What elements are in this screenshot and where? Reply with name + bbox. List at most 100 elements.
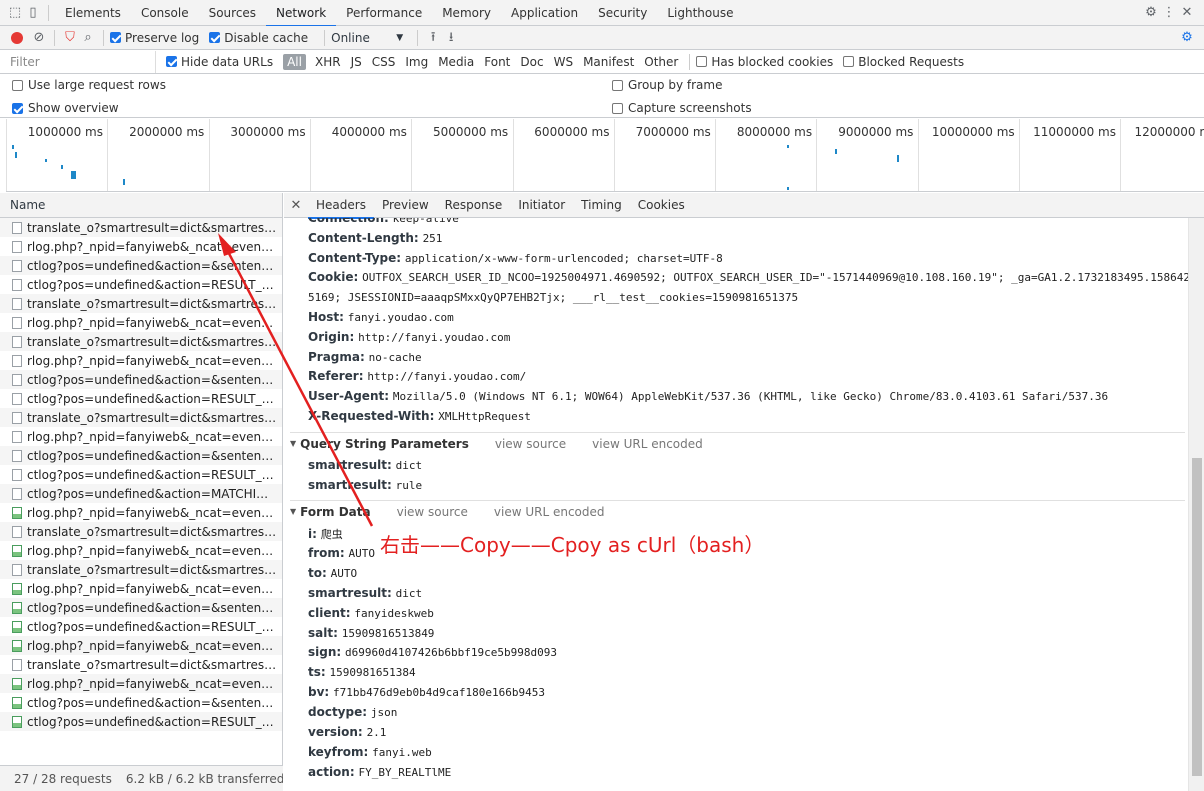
tab-memory[interactable]: Memory [432,0,501,26]
tab-sources[interactable]: Sources [199,0,266,26]
table-row[interactable]: ctlog?pos=undefined&action=RESULT_DICT_.… [0,275,282,294]
view-source-link[interactable]: view source [495,437,566,451]
table-row[interactable]: translate_o?smartresult=dict&smartresult… [0,522,282,541]
table-row[interactable]: rlog.php?_npid=fanyiweb&_ncat=event&_nco… [0,503,282,522]
table-row[interactable]: ctlog?pos=undefined&action=RESULT_DICT_.… [0,389,282,408]
detail-tab-timing[interactable]: Timing [573,193,630,218]
table-row[interactable]: rlog.php?_npid=fanyiweb&_ncat=event&_nco… [0,237,282,256]
table-row[interactable]: translate_o?smartresult=dict&smartresult… [0,408,282,427]
table-row[interactable]: ctlog?pos=undefined&action=RESULT_DICT_.… [0,712,282,731]
tab-security[interactable]: Security [588,0,657,26]
tab-application[interactable]: Application [501,0,588,26]
inspect-element-icon[interactable]: ⬚ [6,4,24,22]
tab-network[interactable]: Network [266,0,337,27]
throttling-select[interactable]: Online ▼ [331,31,403,45]
checkbox-icon[interactable] [696,56,708,67]
view-url-encoded-link[interactable]: view URL encoded [592,437,703,451]
filter-type-all[interactable]: All [283,53,306,70]
form-data-section[interactable]: ▼ Form Data view source view URL encoded [290,500,1185,522]
filter-type-manifest[interactable]: Manifest [583,55,634,69]
tab-performance[interactable]: Performance [336,0,432,26]
table-row[interactable]: ctlog?pos=undefined&action=&sentence_nu.… [0,256,282,275]
table-row[interactable]: translate_o?smartresult=dict&smartresult… [0,655,282,674]
table-row[interactable]: ctlog?pos=undefined&action=&sentence_nu.… [0,693,282,712]
filter-type-media[interactable]: Media [438,55,474,69]
checkbox-icon[interactable] [843,56,855,67]
show-overview-checkbox[interactable]: Show overview [12,101,119,115]
search-icon[interactable]: ⌕ [79,29,97,47]
table-row[interactable]: ctlog?pos=undefined&action=&sentence_nu.… [0,446,282,465]
detail-tab-headers[interactable]: Headers [308,193,374,219]
tab-console[interactable]: Console [131,0,199,26]
filter-icon[interactable]: ⛉ [61,29,79,47]
export-har-icon[interactable]: ⭳ [442,29,460,47]
filter-type-doc[interactable]: Doc [520,55,543,69]
tab-elements[interactable]: Elements [55,0,131,26]
detail-tab-cookies[interactable]: Cookies [630,193,693,218]
table-row[interactable]: rlog.php?_npid=fanyiweb&_ncat=event&_nco… [0,427,282,446]
view-url-encoded-link[interactable]: view URL encoded [494,505,605,519]
filter-type-font[interactable]: Font [484,55,510,69]
more-options-icon[interactable]: ⋮ [1160,4,1178,22]
header-value: json [370,706,398,720]
hide-data-urls-checkbox[interactable]: Hide data URLs [166,55,273,69]
has-blocked-cookies-checkbox[interactable]: Has blocked cookies [696,55,833,69]
query-string-section[interactable]: ▼ Query String Parameters view source view … [290,432,1185,454]
table-row[interactable]: translate_o?smartresult=dict&smartresult… [0,294,282,313]
settings-gear-icon[interactable]: ⚙ [1142,4,1160,22]
close-icon[interactable]: ✕ [1178,4,1196,22]
checkbox-icon[interactable] [612,79,623,91]
network-settings-gear-icon[interactable]: ⚙ [1178,29,1196,47]
table-row[interactable]: rlog.php?_npid=fanyiweb&_ncat=event&_nco… [0,636,282,655]
record-icon[interactable] [8,29,26,47]
detail-tab-initiator[interactable]: Initiator [510,193,573,218]
table-row[interactable]: rlog.php?_npid=fanyiweb&_ncat=event&_nco… [0,579,282,598]
checkbox-icon[interactable] [209,32,221,43]
filter-input[interactable]: Filter [0,50,156,73]
preserve-log-checkbox[interactable]: Preserve log [110,31,199,45]
filter-type-js[interactable]: JS [351,55,362,69]
group-by-frame-checkbox[interactable]: Group by frame [612,78,722,92]
table-row[interactable]: ctlog?pos=undefined&action=MATCHING_H... [0,484,282,503]
table-row[interactable]: translate_o?smartresult=dict&smartresult… [0,560,282,579]
filter-type-other[interactable]: Other [644,55,678,69]
large-rows-checkbox[interactable]: Use large request rows [12,78,166,92]
detail-tab-response[interactable]: Response [437,193,511,218]
checkbox-icon[interactable] [166,56,177,67]
timeline-tick: 5000000 ms [411,119,512,191]
checkbox-icon[interactable] [612,102,623,114]
table-row[interactable]: ctlog?pos=undefined&action=RESULT_DICT_.… [0,465,282,484]
table-row[interactable]: rlog.php?_npid=fanyiweb&_ncat=event&_nco… [0,313,282,332]
filter-type-img[interactable]: Img [405,55,428,69]
checkbox-icon[interactable] [12,102,23,114]
device-toolbar-icon[interactable]: ▯ [24,4,42,22]
detail-scrollbar[interactable] [1188,218,1204,791]
import-har-icon[interactable]: ⭱ [424,29,442,47]
filter-type-ws[interactable]: WS [554,55,573,69]
checkbox-icon[interactable] [12,79,23,91]
filter-type-xhr[interactable]: XHR [315,55,341,69]
timeline-overview[interactable]: 1000000 ms 2000000 ms 3000000 ms 4000000 ms… [6,119,1204,192]
table-row[interactable]: rlog.php?_npid=fanyiweb&_ncat=event&_nco… [0,541,282,560]
table-row[interactable]: rlog.php?_npid=fanyiweb&_ncat=event&_nco… [0,351,282,370]
table-row[interactable]: ctlog?pos=undefined&action=&sentence_nu.… [0,370,282,389]
tab-lighthouse[interactable]: Lighthouse [657,0,743,26]
close-detail-icon[interactable]: ✕ [284,198,308,213]
disable-cache-checkbox[interactable]: Disable cache [209,31,308,45]
table-row[interactable]: translate_o?smartresult=dict&smartresult… [0,218,282,237]
blocked-requests-checkbox[interactable]: Blocked Requests [843,55,964,69]
table-row[interactable]: ctlog?pos=undefined&action=&sentence_nu.… [0,598,282,617]
table-row[interactable]: rlog.php?_npid=fanyiweb&_ncat=event&_nco… [0,674,282,693]
view-source-link[interactable]: view source [397,505,468,519]
detail-tab-preview[interactable]: Preview [374,193,437,218]
checkbox-icon[interactable] [110,32,121,43]
expand-triangle-icon[interactable]: ▼ [290,507,296,516]
scrollbar-thumb[interactable] [1192,458,1202,776]
clear-icon[interactable]: ⊘ [30,29,48,47]
table-row[interactable]: translate_o?smartresult=dict&smartresult… [0,332,282,351]
capture-screenshots-checkbox[interactable]: Capture screenshots [612,101,752,115]
table-row[interactable]: ctlog?pos=undefined&action=RESULT_DICT_.… [0,617,282,636]
expand-triangle-icon[interactable]: ▼ [290,439,296,448]
filter-type-css[interactable]: CSS [372,55,396,69]
name-column-header[interactable]: Name [0,193,282,218]
